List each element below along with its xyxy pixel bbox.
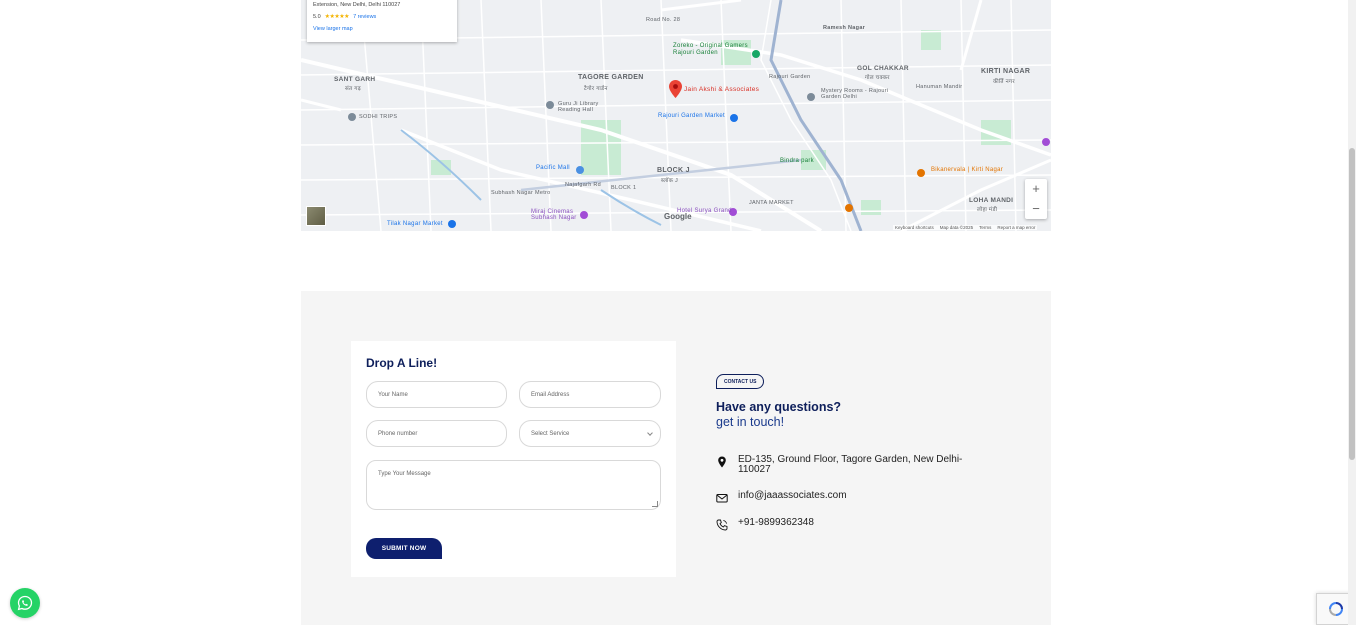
- phone-text[interactable]: +91-9899362348: [738, 518, 814, 528]
- star-icons: ★★★★★: [324, 14, 350, 20]
- message-placeholder: Type Your Message: [378, 471, 431, 477]
- message-textarea[interactable]: Type Your Message: [366, 460, 661, 510]
- map-label-bindra-park: Bindra park: [780, 158, 814, 164]
- contact-us-badge: CONTACT US: [716, 374, 765, 389]
- map-label-guru-ji-library: Guru Ji Library Reading Hall: [558, 101, 599, 113]
- map-label-janta-market: JANTA MARKET: [749, 200, 794, 206]
- embedded-map[interactable]: Extension, New Delhi, Delhi 110027 5.0 ★…: [301, 0, 1051, 231]
- name-placeholder: Your Name: [378, 391, 408, 398]
- map-label-gol-chakkar-hi: गोल चक्कर: [865, 75, 890, 81]
- location-pin-icon: [716, 456, 728, 468]
- map-card-rating: 5.0 ★★★★★ 7 reviews: [313, 13, 451, 21]
- map-label-rajouri-garden: Rajouri Garden: [769, 74, 811, 80]
- google-logo: Google: [664, 212, 692, 221]
- terms-link[interactable]: Terms: [979, 225, 991, 230]
- whatsapp-button[interactable]: [10, 588, 40, 618]
- map-label-place-name: Jain Akshi & Associates: [684, 86, 760, 93]
- map-label-zoreko: Zoreko - Original Gamers Rajouri Garden: [673, 43, 748, 56]
- phone-row[interactable]: +91-9899362348: [716, 518, 814, 531]
- address-text: ED-135, Ground Floor, Tagore Garden, New…: [738, 454, 963, 475]
- report-map-error-link[interactable]: Report a map error: [997, 225, 1035, 230]
- zoom-in-button[interactable]: +: [1032, 182, 1040, 196]
- view-larger-map-link[interactable]: View larger map: [313, 26, 451, 32]
- submit-button[interactable]: SUBMIT NOW: [366, 538, 442, 559]
- map-label-road-28: Road No. 28: [646, 17, 681, 23]
- map-label-sant-garh: SANT GARH: [334, 76, 376, 83]
- map-label-tilak-nagar-market: Tilak Nagar Market: [387, 221, 443, 227]
- keyboard-shortcuts-link[interactable]: Keyboard shortcuts: [895, 225, 934, 230]
- email-placeholder: Email Address: [531, 391, 570, 398]
- email-text[interactable]: info@jaaassociates.com: [738, 491, 847, 501]
- rating-value: 5.0: [313, 13, 321, 20]
- map-label-subhash-nagar-metro: Subhash Nagar Metro: [491, 190, 551, 196]
- reviews-link[interactable]: 7 reviews: [353, 14, 376, 20]
- email-row[interactable]: info@jaaassociates.com: [716, 491, 847, 504]
- map-card-address: Extension, New Delhi, Delhi 110027: [313, 2, 401, 8]
- map-label-sant-garh-hi: संत गढ़: [345, 86, 362, 92]
- page-scrollbar[interactable]: [1348, 0, 1356, 625]
- map-label-ramesh-nagar: Ramesh Nagar: [823, 25, 866, 31]
- recaptcha-icon: [1329, 602, 1343, 616]
- envelope-icon: [716, 492, 728, 504]
- phone-icon: [716, 519, 728, 531]
- map-label-najafgarh-rd: Najafgarh Rd: [565, 182, 602, 188]
- map-label-tagore-garden: TAGORE GARDEN: [578, 74, 644, 81]
- map-label-miraj-cinemas: Miraj Cinemas Subhash Nagar: [531, 209, 577, 221]
- map-label-block-j: BLOCK J: [657, 167, 690, 174]
- zoom-control: + −: [1025, 179, 1047, 219]
- phone-field[interactable]: Phone number: [366, 420, 507, 447]
- contact-subheading: get in touch!: [716, 415, 785, 429]
- map-label-kirti-nagar-hi: कीर्ति नगर: [993, 79, 1015, 85]
- map-label-gol-chakkar: GOL CHAKKAR: [857, 65, 909, 72]
- map-data-text: Map data ©2025: [939, 225, 974, 230]
- map-footer: Keyboard shortcuts Map data ©2025 Terms …: [893, 225, 1038, 230]
- map-label-kirti-nagar: KIRTI NAGAR: [981, 68, 1031, 75]
- map-label-sodhi-trips: SODHI TRIPS: [359, 114, 398, 120]
- map-label-hanuman-mandir: Hanuman Mandir: [916, 84, 963, 90]
- contact-heading: Have any questions?: [716, 400, 842, 414]
- map-label-loha-mandi-hi: लोहा मंडी: [977, 207, 998, 213]
- scrollbar-thumb[interactable]: [1349, 148, 1355, 460]
- phone-placeholder: Phone number: [378, 430, 418, 437]
- map-label-pacific-mall: Pacific Mall: [536, 165, 570, 171]
- map-label-mystery-rooms: Mystery Rooms - Rajouri Garden Delhi: [821, 88, 889, 100]
- resize-handle-icon[interactable]: [652, 501, 658, 507]
- map-label-bikanervala: Bikanervala | Kirti Nagar: [931, 167, 1004, 173]
- email-field[interactable]: Email Address: [519, 381, 661, 408]
- name-field[interactable]: Your Name: [366, 381, 507, 408]
- map-label-loha-mandi: LOHA MANDI: [969, 197, 1014, 204]
- satellite-toggle[interactable]: [306, 206, 326, 226]
- form-title: Drop A Line!: [366, 356, 438, 370]
- map-label-block-j-hi: ब्लॉक J: [661, 178, 679, 184]
- service-selected-value: Select Service: [531, 430, 570, 437]
- address-row: ED-135, Ground Floor, Tagore Garden, New…: [716, 455, 988, 475]
- whatsapp-icon: [17, 595, 33, 611]
- service-select[interactable]: Select Service: [519, 420, 661, 447]
- page: Extension, New Delhi, Delhi 110027 5.0 ★…: [0, 0, 1356, 625]
- map-info-card: Extension, New Delhi, Delhi 110027 5.0 ★…: [307, 0, 457, 42]
- map-label-tagore-garden-hi: टैगोर गार्डन: [584, 86, 608, 92]
- map-pin-icon[interactable]: [669, 80, 682, 103]
- chevron-down-icon: [647, 430, 653, 436]
- map-label-rajouri-garden-market: Rajouri Garden Market: [658, 113, 725, 119]
- map-label-block-1: BLOCK 1: [611, 185, 637, 191]
- zoom-out-button[interactable]: −: [1032, 202, 1040, 216]
